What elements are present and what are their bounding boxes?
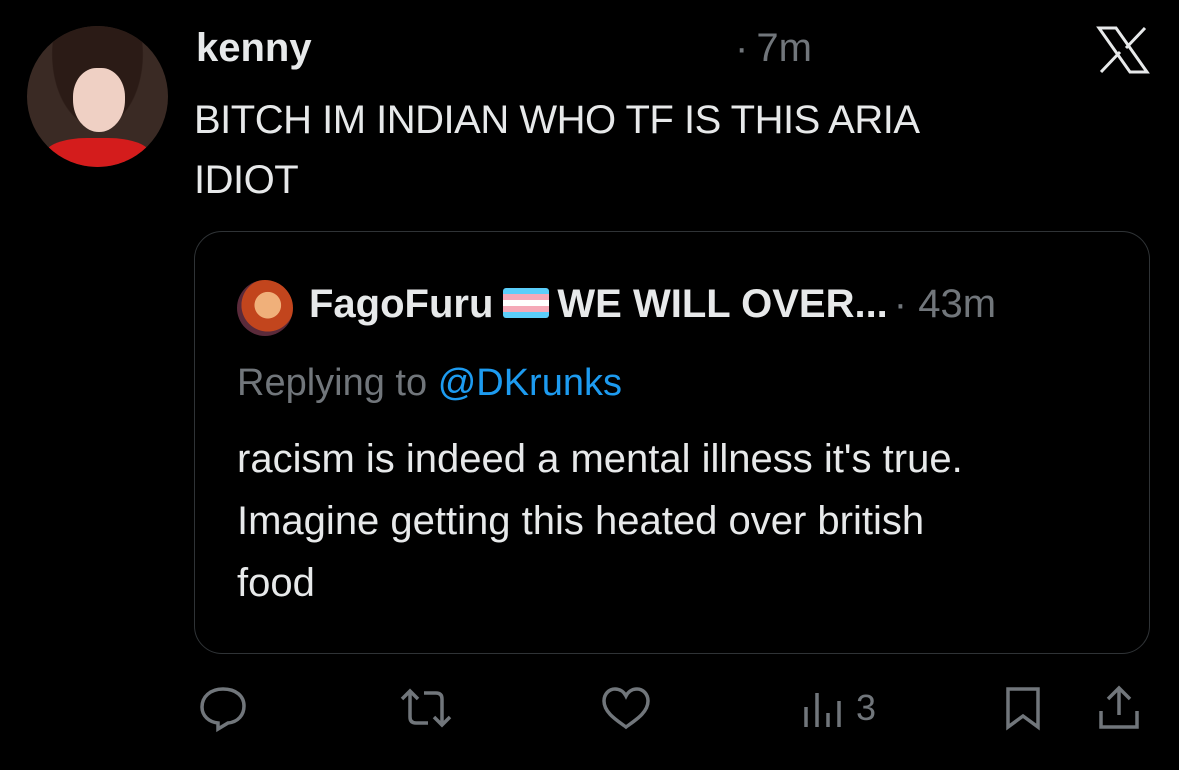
share-icon bbox=[1099, 685, 1139, 729]
quoted-text-line: food bbox=[237, 561, 315, 605]
x-logo-icon bbox=[1096, 26, 1150, 74]
quoted-author-avatar[interactable] bbox=[237, 280, 293, 336]
repost-button[interactable] bbox=[396, 680, 456, 736]
post-text-line: IDIOT bbox=[194, 158, 299, 202]
views-count: 3 bbox=[856, 687, 877, 728]
trans-flag-icon bbox=[503, 288, 550, 319]
quoted-text-line: Imagine getting this heated over british bbox=[237, 499, 925, 543]
reply-button[interactable] bbox=[196, 680, 250, 736]
replying-to-handle[interactable]: @DKrunks bbox=[438, 362, 622, 404]
timestamp-value: 7m bbox=[756, 26, 812, 70]
author-name[interactable]: kenny bbox=[196, 26, 312, 71]
reply-icon bbox=[200, 687, 246, 733]
timestamp-separator: · bbox=[735, 26, 749, 70]
views-icon bbox=[804, 693, 841, 727]
like-icon bbox=[602, 687, 650, 730]
action-bar: 3 bbox=[0, 680, 1179, 740]
bookmark-button[interactable] bbox=[1000, 680, 1046, 736]
quoted-author-header[interactable]: FagoFuru WE WILL OVER... · 43m bbox=[309, 282, 996, 327]
quoted-timestamp: · 43m bbox=[894, 282, 996, 326]
quoted-post-text: racism is indeed a mental illness it's t… bbox=[237, 428, 1127, 614]
quoted-text-line: racism is indeed a mental illness it's t… bbox=[237, 437, 963, 481]
post-text: BITCH IM INDIAN WHO TF IS THIS ARIA IDIO… bbox=[194, 90, 1094, 210]
quoted-timestamp-separator: · bbox=[893, 282, 908, 326]
share-button[interactable] bbox=[1094, 680, 1144, 736]
quoted-author-suffix: WE WILL OVER... bbox=[557, 282, 888, 326]
quoted-post[interactable]: FagoFuru WE WILL OVER... · 43m Replying to… bbox=[194, 231, 1150, 654]
replying-to: Replying to @DKrunks bbox=[237, 362, 622, 405]
replying-to-label: Replying to bbox=[237, 362, 428, 404]
quoted-author-name: FagoFuru bbox=[309, 282, 494, 326]
avatar-face bbox=[73, 68, 125, 132]
bookmark-icon bbox=[1006, 687, 1040, 731]
post-timestamp[interactable]: · 7m bbox=[735, 26, 812, 71]
quoted-timestamp-value: 43m bbox=[918, 282, 997, 326]
like-button[interactable] bbox=[598, 680, 654, 736]
author-avatar[interactable] bbox=[27, 26, 168, 167]
post-text-line: BITCH IM INDIAN WHO TF IS THIS ARIA bbox=[194, 98, 920, 142]
repost-icon bbox=[400, 688, 452, 728]
views-button[interactable]: 3 bbox=[800, 680, 876, 736]
avatar-shirt bbox=[45, 138, 150, 167]
